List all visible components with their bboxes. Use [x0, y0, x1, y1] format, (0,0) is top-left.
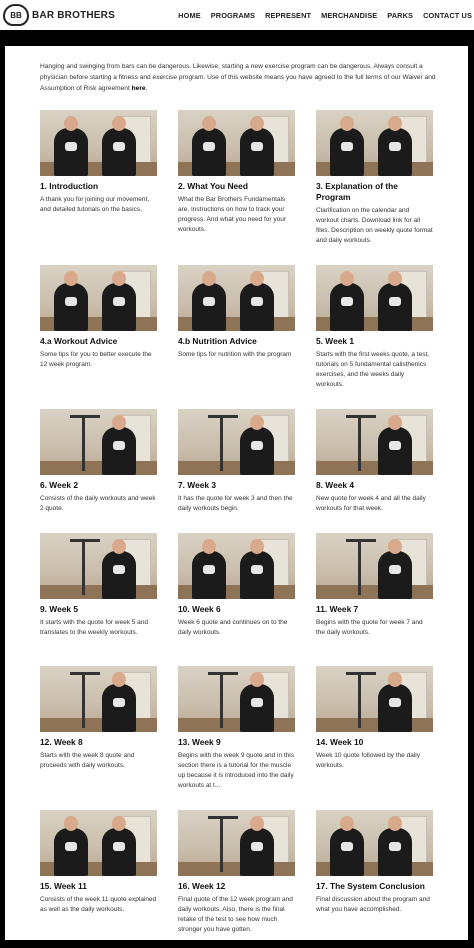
lesson-thumbnail[interactable] [40, 110, 157, 176]
lesson-title[interactable]: 5. Week 1 [316, 336, 433, 347]
lesson-card[interactable]: 9. Week 5 It starts with the quote for w… [40, 533, 157, 638]
lesson-thumbnail[interactable] [40, 533, 157, 599]
lesson-card[interactable]: 8. Week 4 New quote for week 4 and all t… [316, 409, 433, 514]
lesson-card[interactable]: 15. Week 11 Consists of the week 11 quot… [40, 810, 157, 915]
lesson-card[interactable]: 4.a Workout Advice Some tips for you to … [40, 265, 157, 370]
lesson-thumbnail[interactable] [178, 265, 295, 331]
lesson-description: Week 10 quote followed by the daily work… [316, 752, 420, 769]
lesson-card[interactable]: 6. Week 2 Consists of the daily workouts… [40, 409, 157, 514]
lesson-title[interactable]: 6. Week 2 [40, 480, 157, 491]
lesson-card[interactable]: 5. Week 1 Starts with the first weeks qu… [316, 265, 433, 390]
lesson-card[interactable]: 7. Week 3 It has the quote for week 3 an… [178, 409, 295, 514]
lesson-title[interactable]: 1. Introduction [40, 181, 157, 192]
lesson-card[interactable]: 3. Explanation of the Program Clarificat… [316, 110, 433, 246]
logo-text: BAR BROTHERS [32, 9, 115, 21]
nav-represent[interactable]: REPRESENT [260, 11, 316, 20]
lesson-card[interactable]: 4.b Nutrition Advice Some tips for nutri… [178, 265, 295, 360]
lesson-thumbnail[interactable] [40, 810, 157, 876]
nav-merchandise[interactable]: MERCHANDISE [316, 11, 382, 20]
lesson-description: Some tips for nutrition with the program [178, 351, 292, 358]
lesson-title[interactable]: 14. Week 10 [316, 737, 433, 748]
nav-parks[interactable]: PARKS [382, 11, 418, 20]
lesson-description: It starts with the quote for week 5 and … [40, 619, 149, 636]
lesson-description: Consists of the week 11 quote explained … [40, 896, 157, 913]
lesson-title[interactable]: 17. The System Conclusion [316, 881, 433, 892]
lesson-card[interactable]: 1. Introduction A thank you for joining … [40, 110, 157, 215]
lesson-title[interactable]: 8. Week 4 [316, 480, 433, 491]
lesson-thumbnail[interactable] [178, 533, 295, 599]
lesson-card[interactable]: 11. Week 7 Begins with the quote for wee… [316, 533, 433, 638]
lesson-title[interactable]: 13. Week 9 [178, 737, 295, 748]
lesson-thumbnail[interactable] [316, 265, 433, 331]
lesson-thumbnail[interactable] [178, 110, 295, 176]
lesson-description: Starts with the week 8 quote and proceed… [40, 752, 135, 769]
lesson-thumbnail[interactable] [316, 533, 433, 599]
lesson-card[interactable]: 17. The System Conclusion Final discussi… [316, 810, 433, 915]
main-content: Hanging and swinging from bars can be da… [5, 46, 468, 940]
waiver-link[interactable]: here [132, 85, 146, 92]
lesson-thumbnail[interactable] [316, 810, 433, 876]
lesson-description: Starts with the first weeks quote, a tes… [316, 351, 430, 388]
disclaimer-text: Hanging and swinging from bars can be da… [40, 63, 436, 92]
lesson-thumbnail[interactable] [40, 666, 157, 732]
nav-home[interactable]: HOME [173, 11, 206, 20]
lesson-thumbnail[interactable] [316, 110, 433, 176]
lesson-card[interactable]: 12. Week 8 Starts with the week 8 quote … [40, 666, 157, 771]
site-logo[interactable]: BB BAR BROTHERS [3, 4, 115, 26]
lesson-title[interactable]: 10. Week 6 [178, 604, 295, 615]
lesson-description: Consists of the daily workouts and week … [40, 495, 156, 512]
risk-disclaimer: Hanging and swinging from bars can be da… [40, 61, 440, 94]
lesson-description: A thank you for joining our movement, an… [40, 196, 150, 213]
lesson-thumbnail[interactable] [178, 810, 295, 876]
lesson-title[interactable]: 16. Week 12 [178, 881, 295, 892]
nav-programs[interactable]: PROGRAMS [206, 11, 260, 20]
lesson-card[interactable]: 13. Week 9 Begins with the week 9 quote … [178, 666, 295, 791]
lesson-card[interactable]: 2. What You Need What the Bar Brothers F… [178, 110, 295, 235]
lesson-title[interactable]: 12. Week 8 [40, 737, 157, 748]
lesson-title[interactable]: 11. Week 7 [316, 604, 433, 615]
lesson-description: Final quote of the 12 week program and d… [178, 896, 293, 933]
main-nav: HOME PROGRAMS REPRESENT MERCHANDISE PARK… [173, 11, 474, 20]
lesson-thumbnail[interactable] [178, 409, 295, 475]
lesson-thumbnail[interactable] [316, 666, 433, 732]
lesson-description: It has the quote for week 3 and then the… [178, 495, 293, 512]
lesson-title[interactable]: 4.b Nutrition Advice [178, 336, 295, 347]
lesson-thumbnail[interactable] [316, 409, 433, 475]
lesson-title[interactable]: 2. What You Need [178, 181, 295, 192]
lesson-description: Week 6 quote and continues on to the dai… [178, 619, 288, 636]
lesson-card[interactable]: 10. Week 6 Week 6 quote and continues on… [178, 533, 295, 638]
lesson-description: Some tips for you to better execute the … [40, 351, 152, 368]
top-navigation-bar: BB BAR BROTHERS HOME PROGRAMS REPRESENT … [0, 0, 474, 30]
lesson-title[interactable]: 9. Week 5 [40, 604, 157, 615]
lesson-card[interactable]: 16. Week 12 Final quote of the 12 week p… [178, 810, 295, 935]
disclaimer-end: . [145, 85, 148, 92]
lesson-description: Begins with the week 9 quote and in this… [178, 752, 294, 789]
bulldog-logo-icon: BB [3, 4, 29, 26]
lesson-description: Final discussion about the program and w… [316, 896, 430, 913]
lesson-thumbnail[interactable] [178, 666, 295, 732]
lesson-card[interactable]: 14. Week 10 Week 10 quote followed by th… [316, 666, 433, 771]
lesson-thumbnail[interactable] [40, 409, 157, 475]
lesson-title[interactable]: 7. Week 3 [178, 480, 295, 491]
lesson-title[interactable]: 15. Week 11 [40, 881, 157, 892]
lesson-description: What the Bar Brothers Fundamentals are. … [178, 196, 287, 233]
lesson-title[interactable]: 3. Explanation of the Program [316, 181, 433, 203]
lesson-description: New quote for week 4 and all the daily w… [316, 495, 426, 512]
lesson-description: Begins with the quote for week 7 and the… [316, 619, 423, 636]
lesson-thumbnail[interactable] [40, 265, 157, 331]
lesson-description: Clarification on the calendar and workou… [316, 207, 433, 244]
lesson-title[interactable]: 4.a Workout Advice [40, 336, 157, 347]
nav-contact-us[interactable]: CONTACT US [418, 11, 474, 20]
